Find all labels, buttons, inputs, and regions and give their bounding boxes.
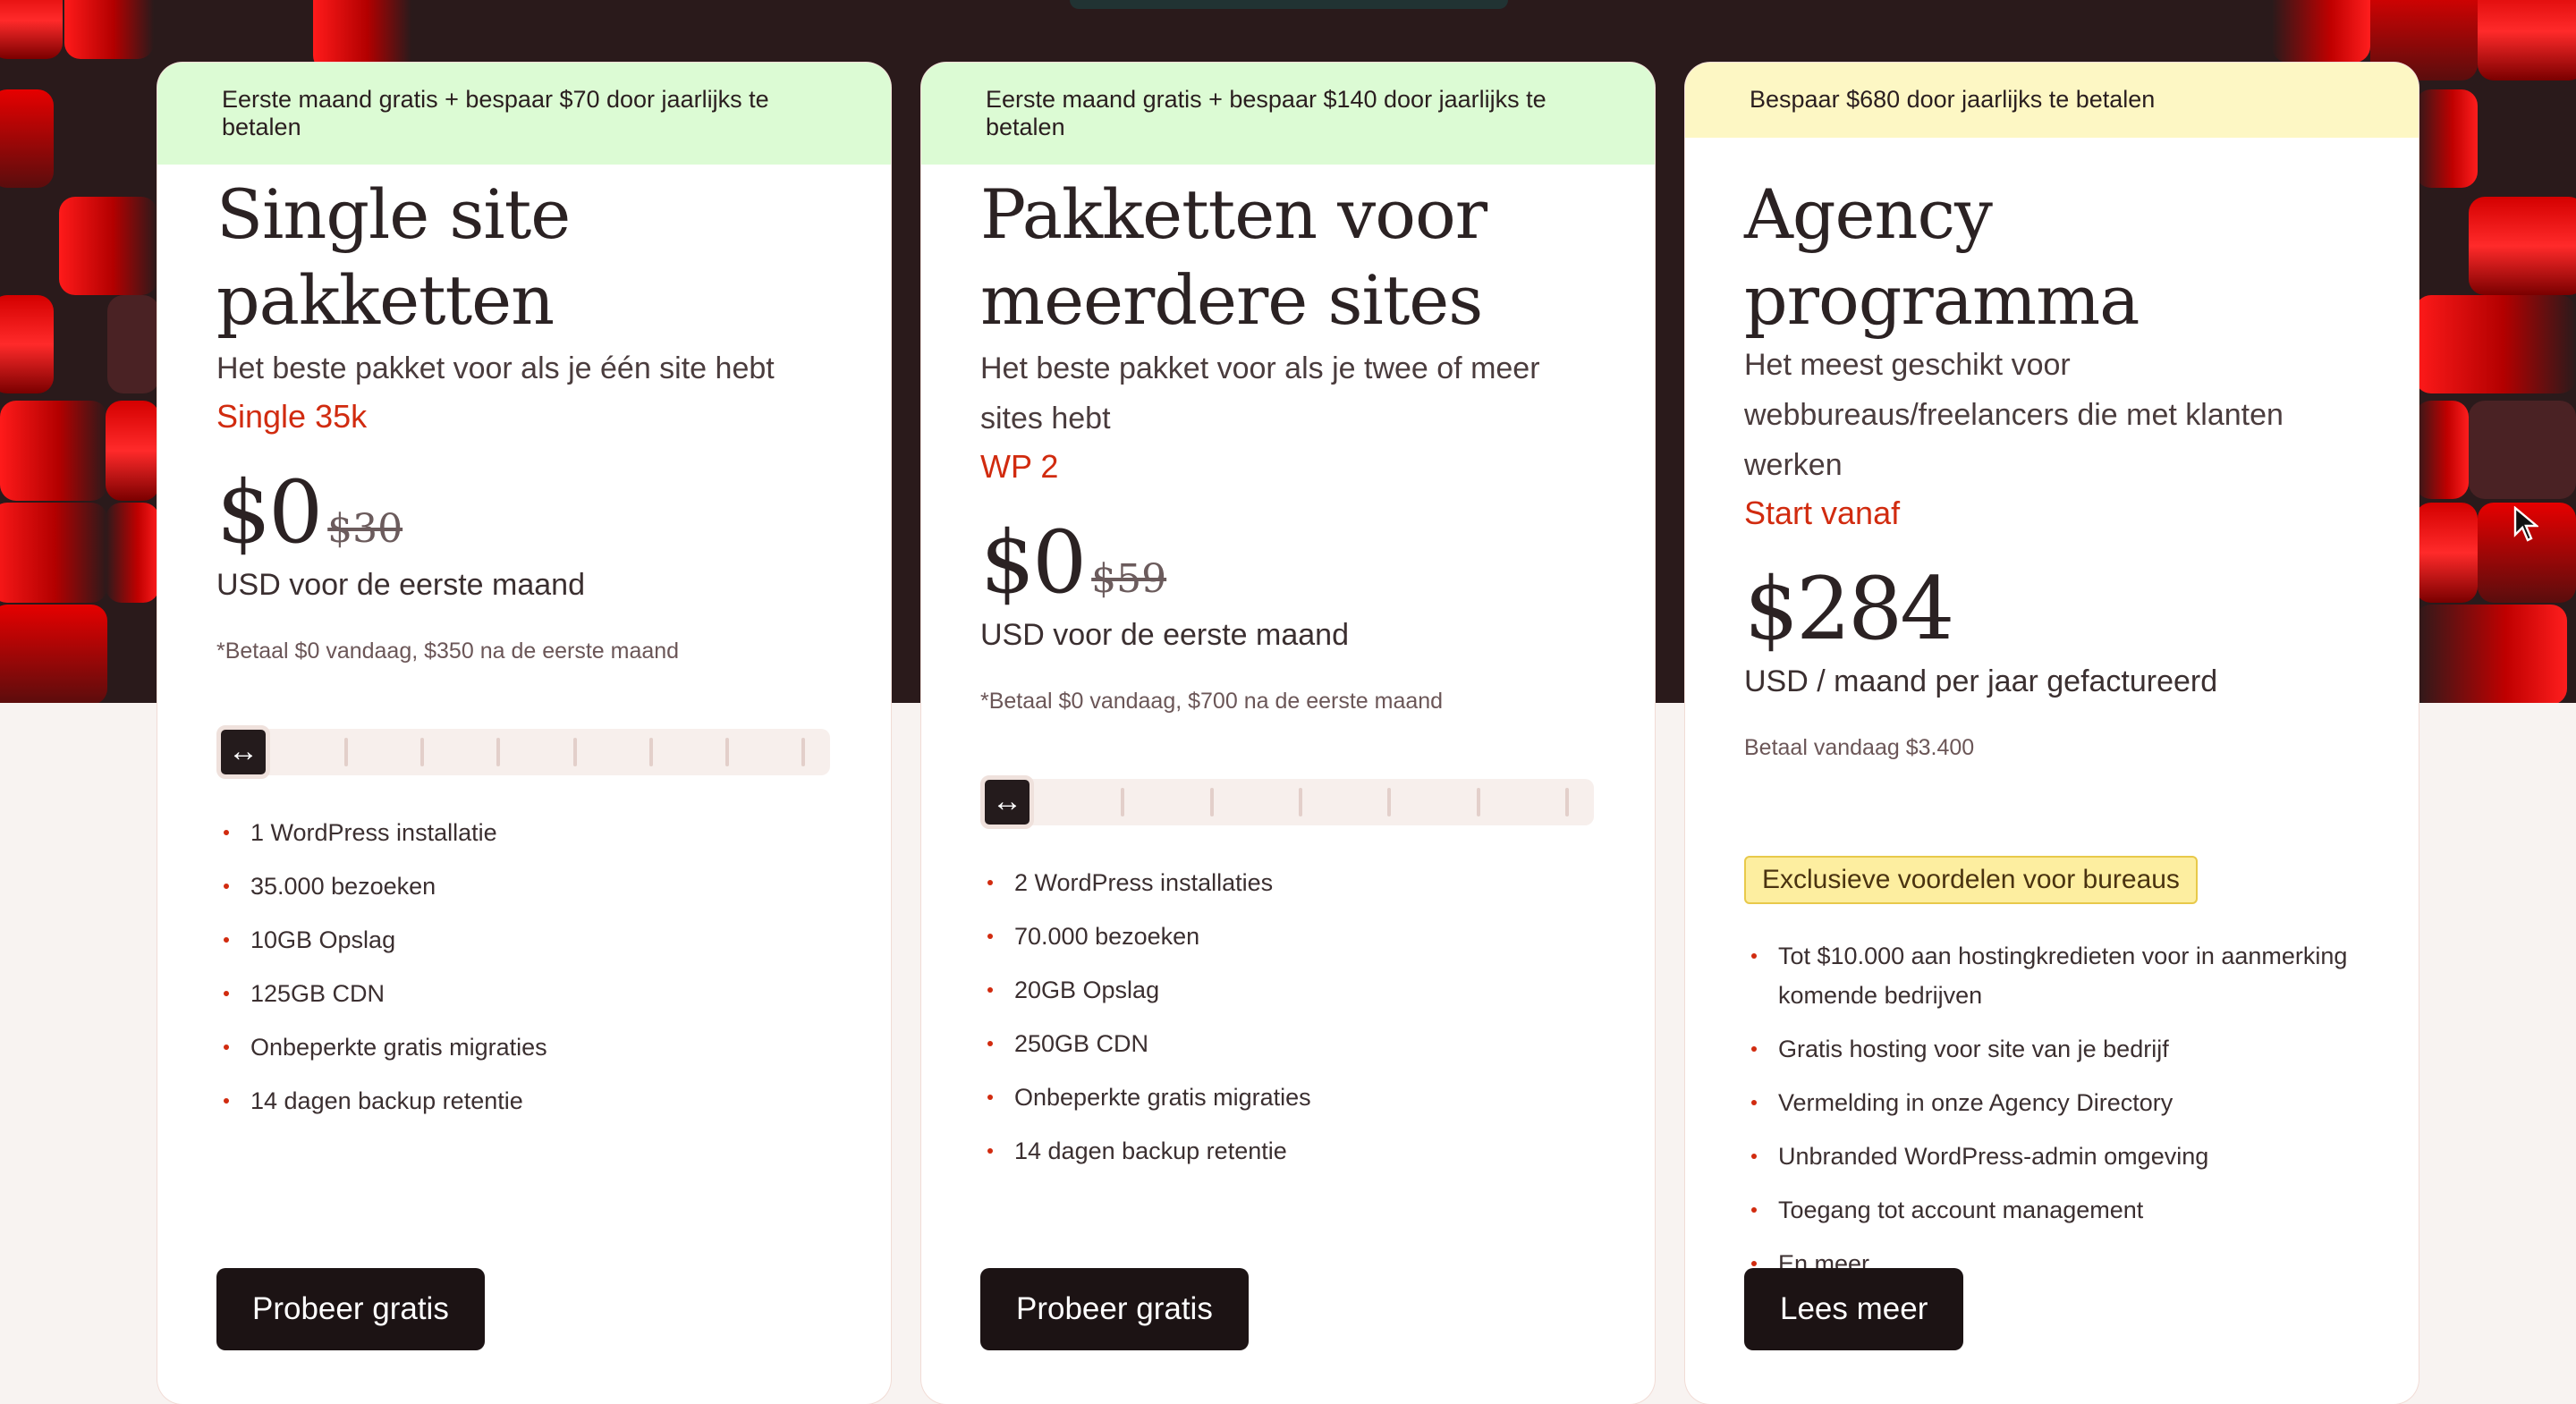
plan-name: Start vanaf (1744, 495, 1901, 531)
list-item: Unbranded WordPress-admin omgeving (1744, 1137, 2360, 1176)
slider-tick (344, 738, 349, 766)
decorative-tile (64, 0, 154, 59)
price-note: *Betaal $0 vandaag, $700 na de eerste ma… (980, 689, 1444, 714)
pricing-card-single-site: Eerste maand gratis + bespaar $70 door j… (157, 63, 891, 1404)
price: $284 (1744, 559, 1954, 659)
feature-list: Tot $10.000 aan hostingkredieten voor in… (1744, 936, 2360, 1283)
card-title: Single site pakketten (216, 174, 571, 340)
decorative-tile (2415, 89, 2478, 188)
list-item: Gratis hosting voor site van je bedrijf (1744, 1029, 2360, 1069)
list-item: 10GB Opslag (216, 920, 832, 960)
feature-list: 1 WordPress installatie 35.000 bezoeken … (216, 813, 832, 1121)
slider-tick (1209, 788, 1214, 816)
list-item: 1 WordPress installatie (216, 813, 832, 852)
decorative-tile (0, 605, 107, 703)
old-price: $59 (1091, 556, 1167, 602)
list-item: 70.000 bezoeken (980, 917, 1596, 956)
price-row: $284 (1744, 560, 2360, 658)
old-price: $30 (327, 506, 403, 552)
decorative-tile (2415, 503, 2478, 603)
plan-name: WP 2 (980, 448, 1059, 485)
decorative-tile (107, 295, 159, 393)
feature-list: 2 WordPress installaties 70.000 bezoeken… (980, 863, 1596, 1171)
slider-tick (1387, 788, 1392, 816)
slider-tick (1299, 788, 1302, 816)
slider-tick (572, 738, 577, 766)
decorative-tile (106, 401, 159, 501)
decorative-tile (0, 401, 107, 501)
pricing-card-agency: Bespaar $680 door jaarlijks te betalen A… (1685, 63, 2419, 1404)
try-free-button[interactable]: Probeer gratis (980, 1268, 1249, 1350)
card-subtitle: Het beste pakket voor als je één site he… (216, 351, 775, 385)
price-unit: USD / maand per jaar gefactureerd (1744, 664, 2218, 698)
decorative-tile (2478, 0, 2576, 80)
promo-banner: Eerste maand gratis + bespaar $70 door j… (157, 63, 891, 165)
decorative-tile (2272, 0, 2370, 63)
promo-banner: Bespaar $680 door jaarlijks te betalen (1685, 63, 2419, 138)
decorative-tile (2469, 197, 2576, 295)
plan-name: Single 35k (216, 398, 368, 435)
pricing-card-multi-site: Eerste maand gratis + bespaar $140 door … (921, 63, 1655, 1404)
resize-horizontal-icon[interactable]: ↔ (980, 775, 1034, 829)
card-subtitle: Het meest geschikt voor webbureaus/freel… (1744, 348, 2284, 482)
list-item: 14 dagen backup retentie (216, 1081, 832, 1121)
decorative-tile (2415, 401, 2469, 499)
plan-size-slider[interactable]: ↔ (216, 725, 830, 779)
price-unit: USD voor de eerste maand (980, 618, 1349, 652)
read-more-button[interactable]: Lees meer (1744, 1268, 1964, 1350)
price-note: *Betaal $0 vandaag, $350 na de eerste ma… (216, 639, 680, 664)
price-row: $0 $59 (980, 513, 1596, 612)
list-item: 20GB Opslag (980, 970, 1596, 1010)
try-free-button[interactable]: Probeer gratis (216, 1268, 485, 1350)
list-item: 14 dagen backup retentie (980, 1131, 1596, 1171)
resize-horizontal-icon[interactable]: ↔ (216, 725, 270, 779)
price-unit: USD voor de eerste maand (216, 568, 585, 602)
price: $0 (980, 512, 1087, 613)
slider-tick (801, 738, 805, 766)
list-item: 2 WordPress installaties (980, 863, 1596, 902)
decorative-tile (2415, 605, 2567, 703)
list-item: Toegang tot account management (1744, 1190, 2360, 1230)
decorative-tile (313, 0, 411, 72)
decorative-tile (0, 295, 54, 393)
price-note: Betaal vandaag $3.400 (1744, 735, 1975, 760)
promo-banner: Eerste maand gratis + bespaar $140 door … (921, 63, 1655, 165)
decorative-tile (0, 503, 107, 603)
slider-tick (1565, 788, 1569, 816)
slider-tick (724, 738, 729, 766)
list-item: Onbeperkte gratis migraties (980, 1078, 1596, 1117)
list-item: 35.000 bezoeken (216, 867, 832, 906)
plan-size-slider[interactable]: ↔ (980, 775, 1594, 829)
list-item: Vermelding in onze Agency Directory (1744, 1083, 2360, 1122)
card-title: Agency programma (1744, 174, 2140, 340)
decorative-tile (106, 503, 159, 603)
card-title: Pakketten voor meerdere sites (980, 174, 1487, 340)
top-nav-edge (1070, 0, 1508, 9)
slider-tick (420, 738, 425, 766)
list-item: Tot $10.000 aan hostingkredieten voor in… (1744, 936, 2360, 1015)
decorative-tile (2415, 295, 2576, 393)
slider-tick (496, 738, 501, 766)
decorative-tile (59, 197, 157, 295)
agency-benefits-badge: Exclusieve voordelen voor bureaus (1744, 856, 2198, 904)
price-row: $0 $30 (216, 463, 832, 562)
decorative-tile (0, 0, 63, 59)
list-item: 125GB CDN (216, 974, 832, 1013)
price: $0 (216, 462, 323, 562)
card-subtitle: Het beste pakket voor als je twee of mee… (980, 351, 1540, 436)
slider-tick (648, 738, 653, 766)
list-item: 250GB CDN (980, 1024, 1596, 1063)
mouse-pointer-icon (2513, 506, 2538, 542)
decorative-tile (2469, 401, 2576, 499)
slider-tick (1476, 788, 1480, 816)
list-item: Onbeperkte gratis migraties (216, 1028, 832, 1067)
decorative-tile (0, 89, 54, 188)
slider-tick (1121, 788, 1125, 816)
